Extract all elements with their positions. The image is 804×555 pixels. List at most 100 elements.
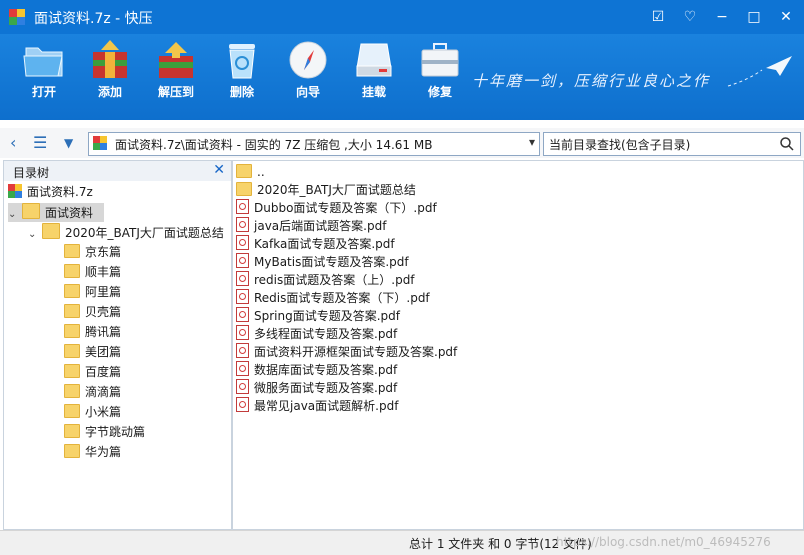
- pdf-file-icon: [236, 379, 249, 394]
- pdf-file-icon: [236, 361, 249, 376]
- main-toolbar: 打开 添加 解压到 删除 向导 挂载 修复 十年磨一剑，压缩行业良心之作: [0, 34, 804, 120]
- tree-node-child[interactable]: 阿里篇: [64, 283, 121, 302]
- tree-node-child[interactable]: 顺丰篇: [64, 263, 121, 282]
- list-item-file[interactable]: Spring面试专题及答案.pdf: [236, 307, 400, 325]
- open-button[interactable]: 打开: [12, 40, 76, 114]
- folder-icon: [64, 244, 80, 258]
- pdf-file-icon: [236, 397, 249, 412]
- compass-icon: [289, 41, 327, 79]
- expand-arrow-icon[interactable]: ⌄: [28, 225, 42, 244]
- list-item-file[interactable]: redis面试题及答案（上）.pdf: [236, 271, 415, 289]
- add-button[interactable]: 添加: [78, 40, 142, 114]
- folder-icon: [64, 424, 80, 438]
- list-item-file[interactable]: java后端面试题答案.pdf: [236, 217, 386, 235]
- folder-icon: [64, 344, 80, 358]
- paper-plane-icon: [727, 56, 792, 87]
- search-icon[interactable]: [780, 137, 794, 151]
- app-logo-icon: [9, 9, 25, 25]
- pdf-file-icon: [236, 217, 249, 232]
- list-item-file[interactable]: 多线程面试专题及答案.pdf: [236, 325, 397, 343]
- pdf-file-icon: [236, 271, 249, 286]
- back-icon[interactable]: ‹: [10, 132, 16, 154]
- tree-node-child[interactable]: 美团篇: [64, 343, 121, 362]
- feedback-icon[interactable]: ☑: [647, 7, 669, 27]
- minimize-button[interactable]: −: [711, 7, 733, 27]
- favorite-icon[interactable]: ♡: [679, 7, 701, 27]
- list-item-file[interactable]: 微服务面试专题及答案.pdf: [236, 379, 397, 397]
- tree-node-folder[interactable]: ⌄ 2020年_BATJ大厂面试题总结: [28, 223, 224, 242]
- tree-node-child[interactable]: 百度篇: [64, 363, 121, 382]
- path-text: 面试资料.7z\面试资料 - 固实的 7Z 压缩包 ,大小 14.61 MB: [115, 138, 433, 152]
- path-field[interactable]: 面试资料.7z\面试资料 - 固实的 7Z 压缩包 ,大小 14.61 MB ▾: [88, 132, 540, 156]
- folder-icon: [64, 264, 80, 278]
- folder-icon: [64, 304, 80, 318]
- list-item-file[interactable]: Dubbo面试专题及答案（下）.pdf: [236, 199, 437, 217]
- tree-node-selected[interactable]: ⌄ 面试资料: [8, 203, 104, 222]
- tree-node-child[interactable]: 小米篇: [64, 403, 121, 422]
- tree-title: 目录树: [13, 166, 50, 180]
- view-dropdown-icon[interactable]: ▼: [64, 132, 73, 154]
- folder-open-icon: [23, 47, 63, 77]
- delete-button[interactable]: 删除: [210, 40, 274, 114]
- mount-button[interactable]: 挂载: [342, 40, 406, 114]
- list-item-file[interactable]: 最常见java面试题解析.pdf: [236, 397, 398, 415]
- pdf-file-icon: [236, 289, 249, 304]
- tree-node-archive[interactable]: 面试资料.7z: [8, 183, 93, 202]
- tree-node-child[interactable]: 字节跳动篇: [64, 423, 145, 442]
- path-dropdown-icon[interactable]: ▾: [529, 135, 535, 149]
- pdf-file-icon: [236, 325, 249, 340]
- pdf-file-icon: [236, 235, 249, 250]
- list-item-folder[interactable]: 2020年_BATJ大厂面试题总结: [236, 181, 416, 199]
- folder-icon: [64, 384, 80, 398]
- tree-header: 目录树 ✕: [4, 161, 231, 181]
- drive-icon: [356, 43, 392, 77]
- list-item-file[interactable]: MyBatis面试专题及答案.pdf: [236, 253, 409, 271]
- pdf-file-icon: [236, 199, 249, 214]
- folder-icon: [64, 404, 80, 418]
- window-title: 面试资料.7z - 快压: [34, 11, 153, 27]
- maximize-button[interactable]: □: [743, 7, 765, 27]
- search-placeholder: 当前目录查找(包含子目录): [549, 138, 691, 152]
- folder-icon: [64, 284, 80, 298]
- list-item-file[interactable]: Redis面试专题及答案（下）.pdf: [236, 289, 430, 307]
- folder-icon: [64, 324, 80, 338]
- toolbox-icon: [421, 43, 459, 77]
- folder-icon: [236, 164, 252, 178]
- pdf-file-icon: [236, 307, 249, 322]
- view-list-icon[interactable]: ☰: [33, 132, 47, 154]
- search-input[interactable]: 当前目录查找(包含子目录): [543, 132, 801, 156]
- tree-node-child[interactable]: 贝壳篇: [64, 303, 121, 322]
- folder-icon: [42, 223, 60, 239]
- archive-logo-icon: [8, 184, 22, 198]
- tree-node-child[interactable]: 京东篇: [64, 243, 121, 262]
- slogan-text: 十年磨一剑，压缩行业良心之作: [472, 72, 711, 90]
- repair-button[interactable]: 修复: [408, 40, 472, 114]
- list-item-file[interactable]: 数据库面试专题及答案.pdf: [236, 361, 397, 379]
- pdf-file-icon: [236, 343, 249, 358]
- recycle-bin-icon: [229, 44, 255, 79]
- extract-icon: [159, 42, 193, 78]
- folder-icon: [64, 364, 80, 378]
- add-archive-icon: [93, 40, 127, 78]
- watermark-text: https://blog.csdn.net/m0_46945276: [556, 535, 771, 549]
- list-item-file[interactable]: Kafka面试专题及答案.pdf: [236, 235, 395, 253]
- expand-arrow-icon[interactable]: ⌄: [8, 205, 22, 224]
- extract-to-button[interactable]: 解压到: [144, 40, 208, 114]
- folder-icon: [236, 182, 252, 196]
- tree-node-child[interactable]: 腾讯篇: [64, 323, 121, 342]
- tree-node-child[interactable]: 华为篇: [64, 443, 121, 462]
- close-icon[interactable]: ✕: [213, 162, 225, 178]
- list-item-up[interactable]: ..: [236, 163, 265, 181]
- address-bar: ‹ ☰ ▼ 面试资料.7z\面试资料 - 固实的 7Z 压缩包 ,大小 14.6…: [0, 128, 804, 158]
- directory-tree: 目录树 ✕ 面试资料.7z ⌄ 面试资料 ⌄ 2020年_BATJ大厂面试题总结 京…: [3, 160, 232, 530]
- tree-node-child[interactable]: 滴滴篇: [64, 383, 121, 402]
- file-list: .. 2020年_BATJ大厂面试题总结 Dubbo面试专题及答案（下）.pdf…: [231, 160, 804, 530]
- folder-icon: [64, 444, 80, 458]
- close-button[interactable]: ✕: [775, 7, 797, 27]
- title-bar: 面试资料.7z - 快压 ☑ ♡ − □ ✕: [0, 0, 804, 34]
- pdf-file-icon: [236, 253, 249, 268]
- wizard-button[interactable]: 向导: [276, 40, 340, 114]
- status-bar: 总计 1 文件夹 和 0 字节(12 文件) https://blog.csdn…: [0, 530, 804, 555]
- folder-icon: [22, 203, 40, 219]
- list-item-file[interactable]: 面试资料开源框架面试专题及答案.pdf: [236, 343, 457, 361]
